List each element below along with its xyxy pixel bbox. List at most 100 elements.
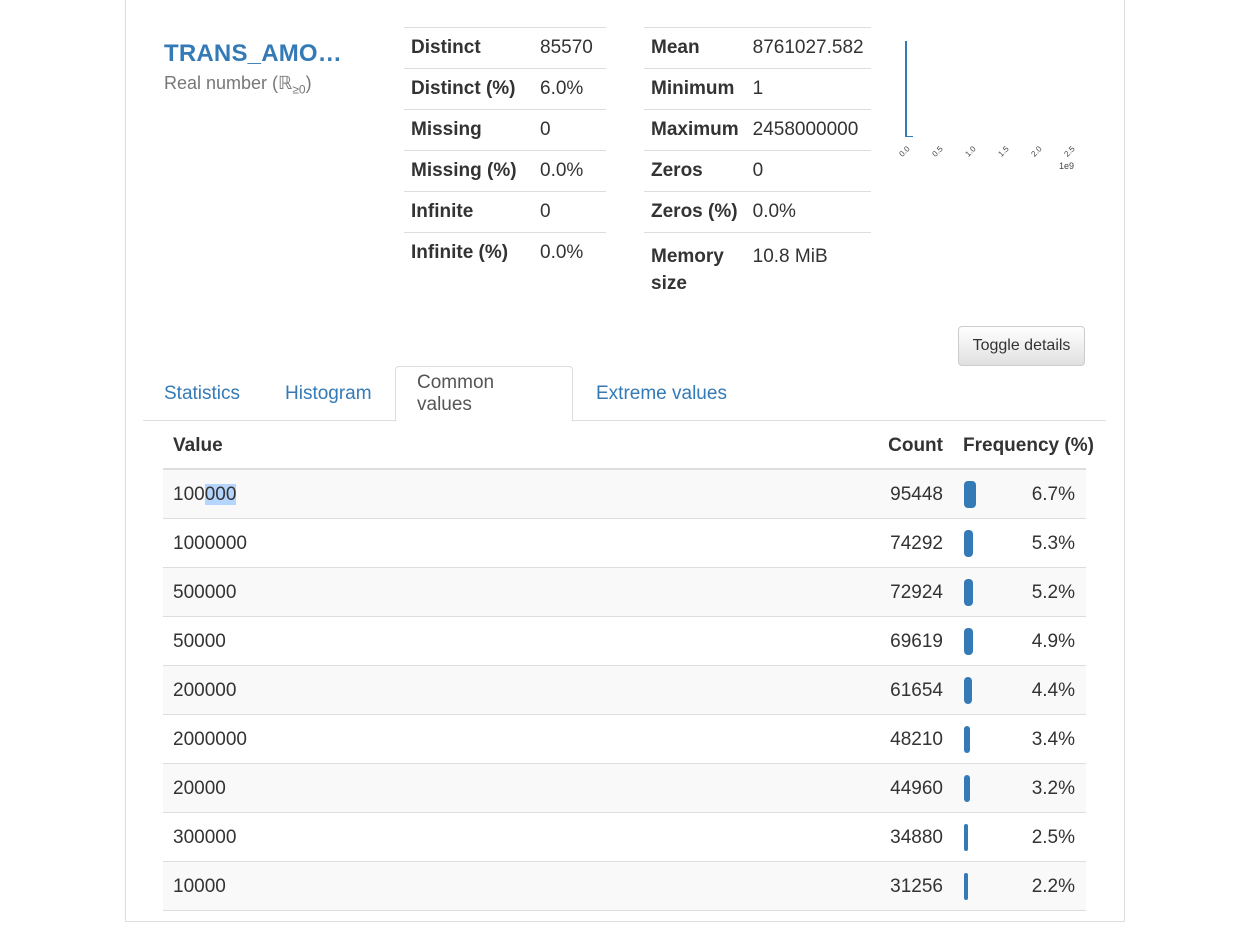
frequency-bar-track	[964, 481, 976, 508]
row-count: 69619	[890, 631, 943, 652]
stats-row: Maximum 2458000000	[644, 109, 871, 151]
stat-label: Maximum	[644, 109, 746, 151]
row-value: 2000000	[173, 729, 247, 750]
row-frequency-pct: 4.9%	[1031, 631, 1075, 652]
table-row: 2000000 48210 3.4%	[163, 715, 1086, 764]
row-value: 100000	[173, 484, 237, 506]
tab-statistics[interactable]: Statistics	[143, 366, 261, 421]
table-row: 300000 34880 2.5%	[163, 813, 1086, 862]
row-value: 1000000	[173, 533, 247, 554]
stat-value: 0	[533, 191, 606, 233]
row-count: 48210	[890, 729, 943, 750]
row-frequency-pct: 6.7%	[1031, 484, 1075, 505]
frequency-bar-track	[964, 873, 976, 900]
variable-type: Real number (ℝ≥0)	[164, 73, 312, 97]
stats-row: Minimum 1	[644, 68, 871, 110]
text-selection: 000	[204, 484, 237, 505]
mini-histogram: 0.0 0.5 1.0 1.5 2.0 2.5 1e9	[895, 35, 1085, 175]
stat-value: 2458000000	[745, 109, 871, 151]
stat-value: 0.0%	[533, 232, 606, 274]
table-row: 10000 31256 2.2%	[163, 862, 1086, 911]
x-tick-label: 2.5	[1062, 144, 1077, 159]
row-frequency-pct: 2.2%	[1031, 876, 1075, 897]
stat-label: Minimum	[644, 68, 746, 110]
stat-value: 10.8 MiB	[745, 232, 871, 297]
stat-value: 85570	[533, 27, 606, 69]
header-count: Count	[888, 435, 943, 456]
table-row: 100000 95448 6.7%	[163, 470, 1086, 519]
stat-label: Distinct	[404, 27, 533, 69]
row-frequency-pct: 3.4%	[1031, 729, 1075, 750]
type-sub: ≥0	[292, 82, 306, 97]
common-values-table: Value Count Frequency (%) 100000 95448 6.7…	[163, 421, 1094, 911]
x-tick-label: 2.0	[1029, 144, 1044, 159]
tab-common-values[interactable]: Common values	[395, 366, 573, 422]
header-value: Value	[173, 435, 223, 456]
frequency-bar	[964, 628, 973, 655]
toggle-details-button[interactable]: Toggle details	[958, 326, 1085, 366]
stats-row: Infinite 0	[404, 191, 606, 233]
frequency-bar	[964, 873, 968, 900]
row-frequency-pct: 2.5%	[1031, 827, 1075, 848]
x-exponent-label: 1e9	[1059, 161, 1075, 171]
table-row: 50000 69619 4.9%	[163, 617, 1086, 666]
row-frequency-pct: 3.2%	[1031, 778, 1075, 799]
frequency-bar	[964, 481, 976, 508]
type-suffix: )	[305, 73, 312, 93]
frequency-bar	[964, 530, 973, 557]
x-tick-label: 0.0	[897, 144, 912, 159]
row-value: 300000	[173, 827, 237, 848]
frequency-bar-track	[964, 579, 976, 606]
stat-value: 0	[745, 150, 871, 192]
tab-histogram[interactable]: Histogram	[264, 366, 393, 421]
stat-label: Distinct (%)	[404, 68, 533, 110]
stat-value: 6.0%	[533, 68, 606, 110]
stat-label: Zeros	[644, 150, 746, 192]
stat-value: 1	[745, 68, 871, 110]
row-count: 44960	[890, 778, 943, 799]
row-value: 10000	[173, 876, 226, 897]
stats-row: Missing (%) 0.0%	[404, 150, 606, 192]
row-count: 61654	[890, 680, 943, 701]
row-count: 74292	[890, 533, 943, 554]
stats-table-right: Mean 8761027.582 Minimum 1 Maximum 2458000000…	[644, 27, 871, 297]
stats-table-left: Distinct 85570 Distinct (%) 6.0% Missing 0 Mis…	[404, 27, 606, 274]
frequency-bar	[964, 579, 973, 606]
row-count: 95448	[890, 484, 943, 505]
stat-label: Missing (%)	[404, 150, 533, 192]
table-row: 500000 72924 5.2%	[163, 568, 1086, 617]
tab-extreme-values[interactable]: Extreme values	[575, 366, 748, 421]
stats-row: Mean 8761027.582	[644, 27, 871, 69]
histogram-bar	[905, 41, 907, 137]
row-count: 72924	[890, 582, 943, 603]
header-frequency: Frequency (%)	[963, 435, 1094, 456]
row-frequency-pct: 5.2%	[1031, 582, 1075, 603]
frequency-bar-track	[964, 530, 976, 557]
row-value: 20000	[173, 778, 226, 799]
row-count: 34880	[890, 827, 943, 848]
x-tick-label: 1.0	[963, 144, 978, 159]
table-row: 1000000 74292 5.3%	[163, 519, 1086, 568]
stat-label: Missing	[404, 109, 533, 151]
stats-row: Zeros (%) 0.0%	[644, 191, 871, 233]
frequency-bar	[964, 726, 970, 753]
stats-row: Missing 0	[404, 109, 606, 151]
row-frequency-pct: 5.3%	[1031, 533, 1075, 554]
stats-row: Memory size 10.8 MiB	[644, 232, 871, 297]
stat-label: Infinite	[404, 191, 533, 233]
stat-label: Mean	[644, 27, 746, 69]
table-header: Value Count Frequency (%)	[163, 421, 1094, 470]
table-row: 200000 61654 4.4%	[163, 666, 1086, 715]
stats-row: Zeros 0	[644, 150, 871, 192]
x-tick-label: 1.5	[996, 144, 1011, 159]
variable-name-link[interactable]: TRANS_AMO…	[164, 40, 342, 68]
frequency-bar	[964, 775, 970, 802]
type-prefix: Real number (ℝ	[164, 73, 293, 93]
stat-label: Zeros (%)	[644, 191, 746, 233]
stat-value: 0	[533, 109, 606, 151]
stats-row: Distinct 85570	[404, 27, 606, 69]
stat-label: Memory size	[644, 232, 746, 297]
histogram-baseline	[905, 136, 913, 137]
stat-value: 8761027.582	[745, 27, 871, 69]
x-tick-label: 0.5	[930, 144, 945, 159]
